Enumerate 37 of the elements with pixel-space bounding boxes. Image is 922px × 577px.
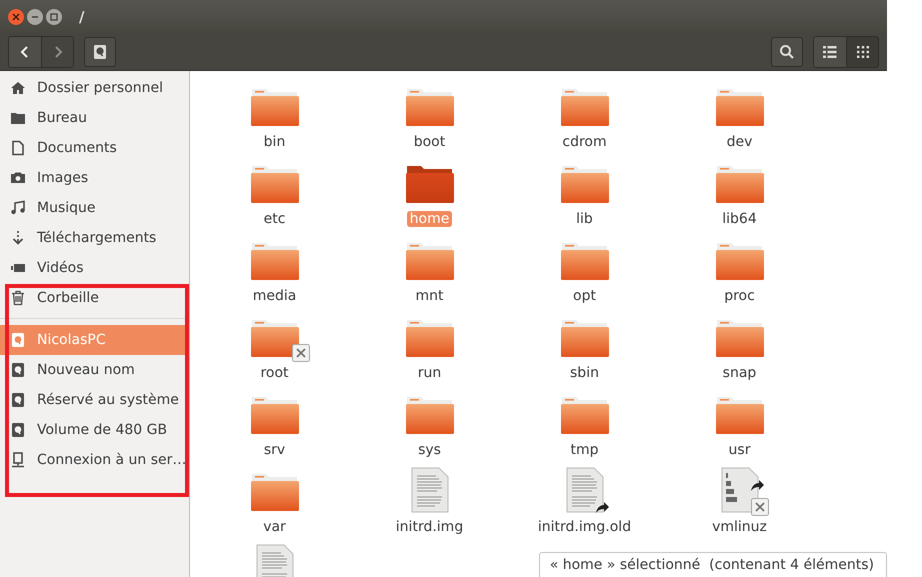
file-name[interactable]: root [257, 365, 292, 381]
sidebar-item[interactable]: Volume de 480 GB [0, 415, 189, 445]
file-name[interactable]: srv [260, 442, 288, 458]
file-name[interactable]: lib64 [719, 211, 760, 227]
window-title: / [79, 8, 84, 26]
sidebar-item[interactable]: Corbeille [0, 283, 189, 313]
sidebar-item[interactable]: Nouveau nom [0, 355, 189, 385]
file-name[interactable]: opt [570, 288, 599, 304]
file-name[interactable]: sys [415, 442, 444, 458]
sidebar-item[interactable]: Bureau [0, 103, 189, 133]
status-tooltip: « home » sélectionné (contenant 4 éléments) [538, 552, 887, 577]
file-name[interactable]: etc [260, 211, 288, 227]
sidebar-item[interactable]: Téléchargements [0, 223, 189, 253]
file-name[interactable]: initrd.img.old [534, 519, 634, 535]
file-name[interactable]: lib [573, 211, 596, 227]
file-name[interactable]: mnt [412, 288, 446, 304]
file-name[interactable]: boot [410, 134, 448, 150]
file-name[interactable]: media [250, 288, 300, 304]
file-name[interactable]: tmp [567, 442, 602, 458]
sidebar-item[interactable]: Documents [0, 133, 189, 163]
sidebar-item[interactable]: Vidéos [0, 253, 189, 283]
file-name[interactable]: run [414, 365, 444, 381]
file-name[interactable]: proc [721, 288, 758, 304]
file-name[interactable]: initrd.img [392, 519, 466, 535]
file-name[interactable]: cdrom [559, 134, 610, 150]
file-name[interactable]: vmlinuz [709, 519, 770, 535]
sidebar-item[interactable]: Réservé au système [0, 385, 189, 415]
file-name[interactable]: bin [260, 134, 288, 150]
file-name[interactable]: usr [726, 442, 754, 458]
file-name[interactable]: var [260, 519, 289, 535]
sidebar-item[interactable]: Musique [0, 193, 189, 223]
file-name[interactable]: snap [720, 365, 760, 381]
sidebar-item[interactable]: Connexion à un ser… [0, 445, 189, 475]
sidebar-item[interactable]: Images [0, 163, 189, 193]
file-name[interactable]: sbin [567, 365, 602, 381]
file-name[interactable]: dev [724, 134, 756, 150]
sidebar-item[interactable]: Dossier personnel [0, 73, 189, 103]
